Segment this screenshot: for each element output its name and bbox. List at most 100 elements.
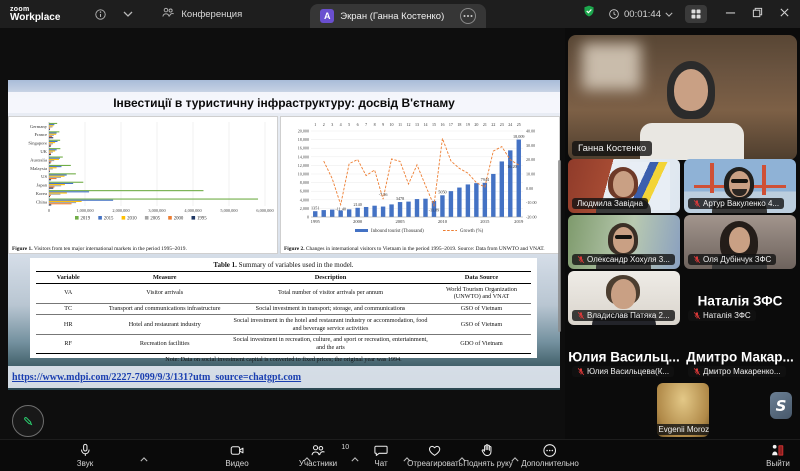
svg-text:24: 24 — [508, 122, 512, 127]
chat-button[interactable]: Чат — [374, 443, 389, 468]
svg-text:Australia: Australia — [30, 157, 47, 162]
timer-chevron-icon — [665, 12, 673, 17]
svg-text:20.00: 20.00 — [526, 157, 535, 162]
table1-panel: Table 1. Summary of variables used in th… — [30, 258, 537, 358]
svg-text:3,000,000: 3,000,000 — [148, 208, 165, 214]
raise-hand-options-chevron[interactable] — [511, 449, 519, 467]
meeting-timer[interactable]: 00:01:44 — [608, 8, 673, 20]
svg-text:13: 13 — [415, 122, 419, 127]
leave-button[interactable]: Выйти — [766, 443, 790, 468]
more-button[interactable]: Дополнительно — [521, 443, 579, 468]
video-tile[interactable]: Evgenii Morozov — [657, 383, 709, 437]
svg-text:0: 0 — [307, 215, 309, 220]
figure2-combo-chart: 02,0004,0006,0008,00010,00012,00014,0001… — [281, 117, 559, 237]
svg-text:14: 14 — [423, 122, 427, 127]
table-row: TCTransport and communications infrastru… — [36, 303, 531, 315]
participants-options-chevron[interactable] — [351, 449, 359, 467]
video-tile-camera-off[interactable]: Юлия Васильц... Юлия Васильцева(К... — [568, 327, 680, 381]
svg-text:23: 23 — [500, 122, 504, 127]
participant-name-label: Наталія ЗФС — [688, 310, 756, 321]
title-bar: zoom Workplace Конференция A Экран (Ганн… — [0, 0, 800, 28]
svg-text:20: 20 — [474, 122, 478, 127]
svg-text:7944: 7944 — [481, 177, 490, 182]
video-tile[interactable]: Олександр Хохуля 3... — [568, 215, 680, 269]
svg-text:22: 22 — [491, 122, 495, 127]
svg-text:-11.89: -11.89 — [429, 207, 440, 212]
restore-button[interactable] — [752, 5, 763, 23]
audio-button[interactable]: Звук — [77, 443, 93, 468]
svg-text:-11.40: -11.40 — [335, 207, 346, 212]
timer-value: 00:01:44 — [624, 9, 661, 20]
participants-icon — [310, 443, 326, 458]
muted-mic-icon — [693, 367, 701, 376]
video-tile[interactable]: Артур Вакуленко 4... — [684, 159, 796, 213]
tab-conference[interactable]: Конференция — [151, 0, 252, 28]
close-button[interactable] — [779, 5, 790, 23]
video-tile-camera-off[interactable]: Дмитро Макар... Дмитро Макаренко... — [684, 327, 796, 381]
participants-button[interactable]: Участники 10 — [299, 443, 337, 468]
display-name: Наталія ЗФС — [698, 293, 783, 308]
svg-text:17: 17 — [449, 122, 453, 127]
video-button[interactable]: Видео — [225, 443, 248, 468]
svg-text:9: 9 — [382, 122, 384, 127]
svg-text:2,000: 2,000 — [300, 206, 309, 212]
participant-name-label: Дмитро Макаренко... — [688, 366, 786, 377]
video-tile-camera-off[interactable]: Наталія ЗФС Наталія ЗФС — [684, 271, 796, 325]
video-tile-speaker[interactable]: Ганна Костенко — [568, 35, 797, 160]
svg-text:2000: 2000 — [174, 216, 184, 221]
svg-text:US: US — [41, 174, 47, 179]
logo-workplace: Workplace — [10, 13, 60, 23]
svg-text:6: 6 — [357, 122, 359, 127]
gallery-view-icon[interactable] — [685, 5, 707, 23]
svg-text:Inbound tourist (Thousand): Inbound tourist (Thousand) — [371, 229, 424, 234]
muted-mic-icon — [577, 255, 585, 264]
svg-text:2005: 2005 — [395, 219, 405, 224]
zoom-workplace-logo: zoom Workplace — [10, 6, 60, 23]
svg-text:Japan: Japan — [37, 183, 48, 188]
raise-hand-button[interactable]: Поднять руку — [463, 443, 512, 468]
svg-text:2000: 2000 — [353, 219, 363, 224]
participants-panel: Ганна Костенко Людмила Завідна Артур Вак… — [565, 28, 800, 440]
svg-text:2005: 2005 — [150, 216, 160, 221]
floating-app-widget[interactable]: S — [770, 392, 792, 419]
participant-name-label: Людмила Завідна — [572, 198, 648, 209]
svg-text:16: 16 — [440, 122, 444, 127]
participant-name-label: Оля Дубінчук ЗФС — [688, 254, 776, 265]
svg-text:France: France — [35, 132, 48, 137]
heart-icon — [427, 443, 442, 458]
audio-options-chevron[interactable] — [140, 449, 148, 467]
virtual-background — [710, 163, 714, 193]
scrollbar[interactable] — [558, 160, 561, 332]
muted-mic-icon — [693, 199, 701, 208]
figure1-caption: Figure 1. Visitors from ten major intern… — [12, 246, 274, 252]
tab-screen-share[interactable]: A Экран (Ганна Костенко) — [310, 4, 486, 28]
svg-text:16,000: 16,000 — [298, 146, 309, 152]
chat-icon — [374, 443, 389, 458]
svg-text:2015: 2015 — [104, 216, 114, 221]
annotate-pencil-button[interactable] — [12, 405, 44, 437]
figure2-caption: Figure 2. Changes in international visit… — [284, 246, 556, 252]
svg-text:1995: 1995 — [311, 219, 321, 224]
svg-text:2140: 2140 — [353, 202, 361, 207]
tab-options-icon[interactable] — [460, 8, 476, 24]
svg-text:5: 5 — [348, 122, 350, 127]
col-data-source: Data Source — [432, 272, 531, 284]
security-shield-icon[interactable] — [582, 4, 596, 24]
react-button[interactable]: Отреагировать — [407, 443, 463, 468]
participant-name-label: Артур Вакуленко 4... — [688, 198, 784, 209]
svg-text:1351: 1351 — [311, 205, 319, 210]
variables-table: Variable Measure Description Data Source… — [36, 271, 531, 354]
minimize-button[interactable] — [725, 5, 736, 23]
presentation-slide: Інвестиції в туристичну інфраструктуру: … — [8, 80, 560, 390]
muted-mic-icon — [577, 367, 585, 376]
video-tile[interactable]: Оля Дубінчук ЗФС — [684, 215, 796, 269]
video-tile[interactable]: Людмила Завідна — [568, 159, 680, 213]
video-tile[interactable]: Владислав Патяка 2... — [568, 271, 680, 325]
chevron-down-icon[interactable] — [123, 11, 133, 17]
info-icon[interactable] — [94, 8, 107, 21]
svg-text:5,000,000: 5,000,000 — [220, 208, 237, 214]
muted-mic-icon — [693, 311, 701, 320]
svg-text:Malaysia: Malaysia — [30, 166, 47, 171]
svg-text:20,000: 20,000 — [298, 129, 309, 135]
table-row: RFRecreation facilitiesSocial investment… — [36, 334, 531, 354]
